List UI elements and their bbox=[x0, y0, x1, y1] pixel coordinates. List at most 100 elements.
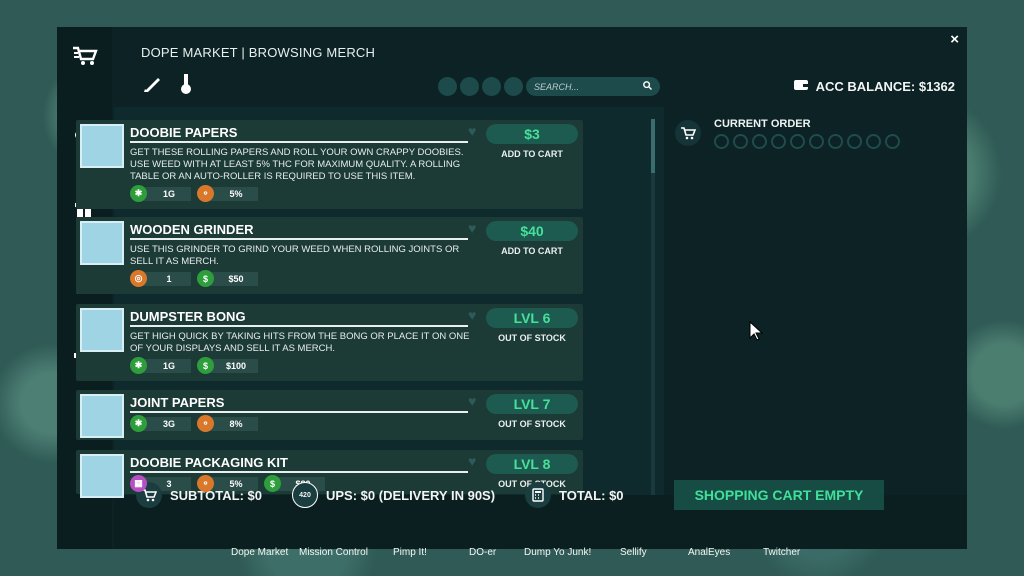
item-price[interactable]: LVL 8 bbox=[486, 454, 578, 474]
list-scrollbar[interactable] bbox=[651, 119, 655, 495]
item-stat: ⚬ 8% bbox=[197, 415, 258, 432]
order-slot bbox=[790, 134, 805, 149]
taskbar-app[interactable]: Twitcher bbox=[763, 547, 800, 558]
order-slot bbox=[714, 134, 729, 149]
stat-value: 3G bbox=[141, 416, 191, 431]
cart-icon[interactable] bbox=[71, 43, 99, 69]
ups-label: UPS: $0 (DELIVERY IN 90S) bbox=[326, 487, 496, 503]
item-stat: $ $100 bbox=[197, 357, 258, 374]
account-balance: ACC BALANCE: $1362 bbox=[793, 79, 955, 94]
taskbar-app[interactable]: Dump Yo Junk! bbox=[524, 547, 591, 558]
order-slot bbox=[771, 134, 786, 149]
subtotal-label: SUBTOTAL: $0 bbox=[170, 487, 262, 503]
item-name: DOOBIE PAPERS bbox=[130, 125, 468, 143]
order-panel bbox=[669, 107, 967, 497]
item-stat: ✱ 1G bbox=[130, 185, 191, 202]
item-stat: ✱ 3G bbox=[130, 415, 191, 432]
item-description: GET THESE ROLLING PAPERS AND ROLL YOUR O… bbox=[130, 147, 464, 182]
favorite-heart-icon[interactable]: ♥ bbox=[468, 123, 476, 139]
thc-molecule-icon: ⚬ bbox=[197, 415, 214, 432]
bong-tool-icon[interactable] bbox=[175, 73, 197, 95]
window-title: DOPE MARKET | BROWSING MERCH bbox=[141, 45, 376, 60]
stat-value: $50 bbox=[208, 271, 258, 286]
item-action-label: OUT OF STOCK bbox=[498, 333, 566, 343]
search-input[interactable]: SEARCH... bbox=[526, 77, 660, 96]
order-slot bbox=[733, 134, 748, 149]
order-slot bbox=[752, 134, 767, 149]
item-thumbnail bbox=[80, 221, 124, 265]
weed-leaf-icon: ✱ bbox=[130, 185, 147, 202]
order-slots bbox=[714, 134, 900, 149]
item-stats: ✱ 3G ⚬ 8% bbox=[130, 415, 258, 432]
thc-molecule-icon: ⚬ bbox=[197, 185, 214, 202]
item-name: WOODEN GRINDER bbox=[130, 222, 468, 240]
filter-icons bbox=[438, 77, 523, 96]
favorite-heart-icon[interactable]: ♥ bbox=[468, 307, 476, 323]
list-filter-icon[interactable] bbox=[460, 77, 479, 96]
item-action-label: OUT OF STOCK bbox=[498, 419, 566, 429]
grinder-icon: ◎ bbox=[130, 270, 147, 287]
item-thumbnail bbox=[80, 308, 124, 352]
merch-item[interactable]: DUMPSTER BONG ♥ GET HIGH QUICK BY TAKING… bbox=[76, 304, 583, 381]
dollar-icon: $ bbox=[264, 475, 281, 492]
scroll-thumb[interactable] bbox=[651, 119, 655, 173]
item-action-label: ADD TO CART bbox=[501, 246, 563, 256]
item-stat: $ $50 bbox=[197, 270, 258, 287]
taskbar-app[interactable]: Sellify bbox=[620, 547, 647, 558]
ups-shipping: 420 UPS: $0 (DELIVERY IN 90S) bbox=[292, 482, 495, 508]
item-stats: ✱ 1G ⚬ 5% bbox=[130, 185, 258, 202]
item-price[interactable]: $40 bbox=[486, 221, 578, 241]
ups-badge-icon: 420 bbox=[292, 482, 318, 508]
package-icon: ▦ bbox=[130, 475, 147, 492]
taskbar-app[interactable]: DO-er bbox=[469, 547, 496, 558]
order-slot bbox=[847, 134, 862, 149]
item-thumbnail bbox=[80, 394, 124, 438]
weed-filter-icon[interactable] bbox=[438, 77, 457, 96]
search-placeholder: SEARCH... bbox=[534, 81, 580, 92]
alphabet-filter-icon[interactable] bbox=[482, 77, 501, 96]
merch-item[interactable]: WOODEN GRINDER ♥ USE THIS GRINDER TO GRI… bbox=[76, 217, 583, 294]
mouse-cursor-icon bbox=[749, 320, 764, 346]
order-slot bbox=[828, 134, 843, 149]
order-slot bbox=[809, 134, 824, 149]
merch-item[interactable]: JOINT PAPERS ♥ ✱ 3G ⚬ 8% LVL 7 OUT OF STOCK bbox=[76, 390, 583, 440]
close-icon[interactable]: × bbox=[950, 31, 959, 48]
taskbar-app[interactable]: Pimp It! bbox=[393, 547, 427, 558]
stat-value: 5% bbox=[208, 186, 258, 201]
taskbar-app[interactable]: Mission Control bbox=[299, 547, 368, 558]
knife-icon[interactable] bbox=[141, 73, 163, 95]
heart-filter-icon[interactable] bbox=[504, 77, 523, 96]
item-price[interactable]: LVL 7 bbox=[486, 394, 578, 414]
stat-value: 1G bbox=[141, 358, 191, 373]
item-price[interactable]: LVL 6 bbox=[486, 308, 578, 328]
item-stats: ◎ 1 $ $50 bbox=[130, 270, 258, 287]
current-order-title: CURRENT ORDER bbox=[714, 118, 811, 130]
item-description: USE THIS GRINDER TO GRIND YOUR WEED WHEN… bbox=[130, 244, 460, 267]
taskbar-app[interactable]: Dope Market bbox=[231, 547, 288, 558]
item-price[interactable]: $3 bbox=[486, 124, 578, 144]
search-icon bbox=[643, 81, 652, 92]
checkout-button[interactable]: SHOPPING CART EMPTY bbox=[674, 480, 884, 510]
dollar-icon: $ bbox=[197, 270, 214, 287]
favorite-heart-icon[interactable]: ♥ bbox=[468, 453, 476, 469]
item-stats: ✱ 1G $ $100 bbox=[130, 357, 258, 374]
favorite-heart-icon[interactable]: ♥ bbox=[468, 220, 476, 236]
calculator-icon bbox=[525, 482, 551, 508]
item-action-label: ADD TO CART bbox=[501, 149, 563, 159]
balance-label: ACC BALANCE: $1362 bbox=[815, 79, 955, 94]
item-name: DUMPSTER BONG bbox=[130, 309, 468, 327]
total-label: TOTAL: $0 bbox=[559, 487, 624, 503]
favorite-heart-icon[interactable]: ♥ bbox=[468, 393, 476, 409]
item-description: GET HIGH QUICK BY TAKING HITS FROM THE B… bbox=[130, 331, 470, 354]
taskbar-app[interactable]: AnalEyes bbox=[688, 547, 730, 558]
order-slot bbox=[885, 134, 900, 149]
stat-value: 1 bbox=[141, 271, 191, 286]
item-name: JOINT PAPERS bbox=[130, 395, 468, 413]
weed-leaf-icon: ✱ bbox=[130, 415, 147, 432]
merch-item[interactable]: DOOBIE PAPERS ♥ GET THESE ROLLING PAPERS… bbox=[76, 120, 583, 209]
item-thumbnail bbox=[80, 454, 124, 498]
item-stat: ⚬ 5% bbox=[197, 185, 258, 202]
order-slot bbox=[866, 134, 881, 149]
total: TOTAL: $0 bbox=[525, 482, 624, 508]
thc-molecule-icon: ⚬ bbox=[197, 475, 214, 492]
